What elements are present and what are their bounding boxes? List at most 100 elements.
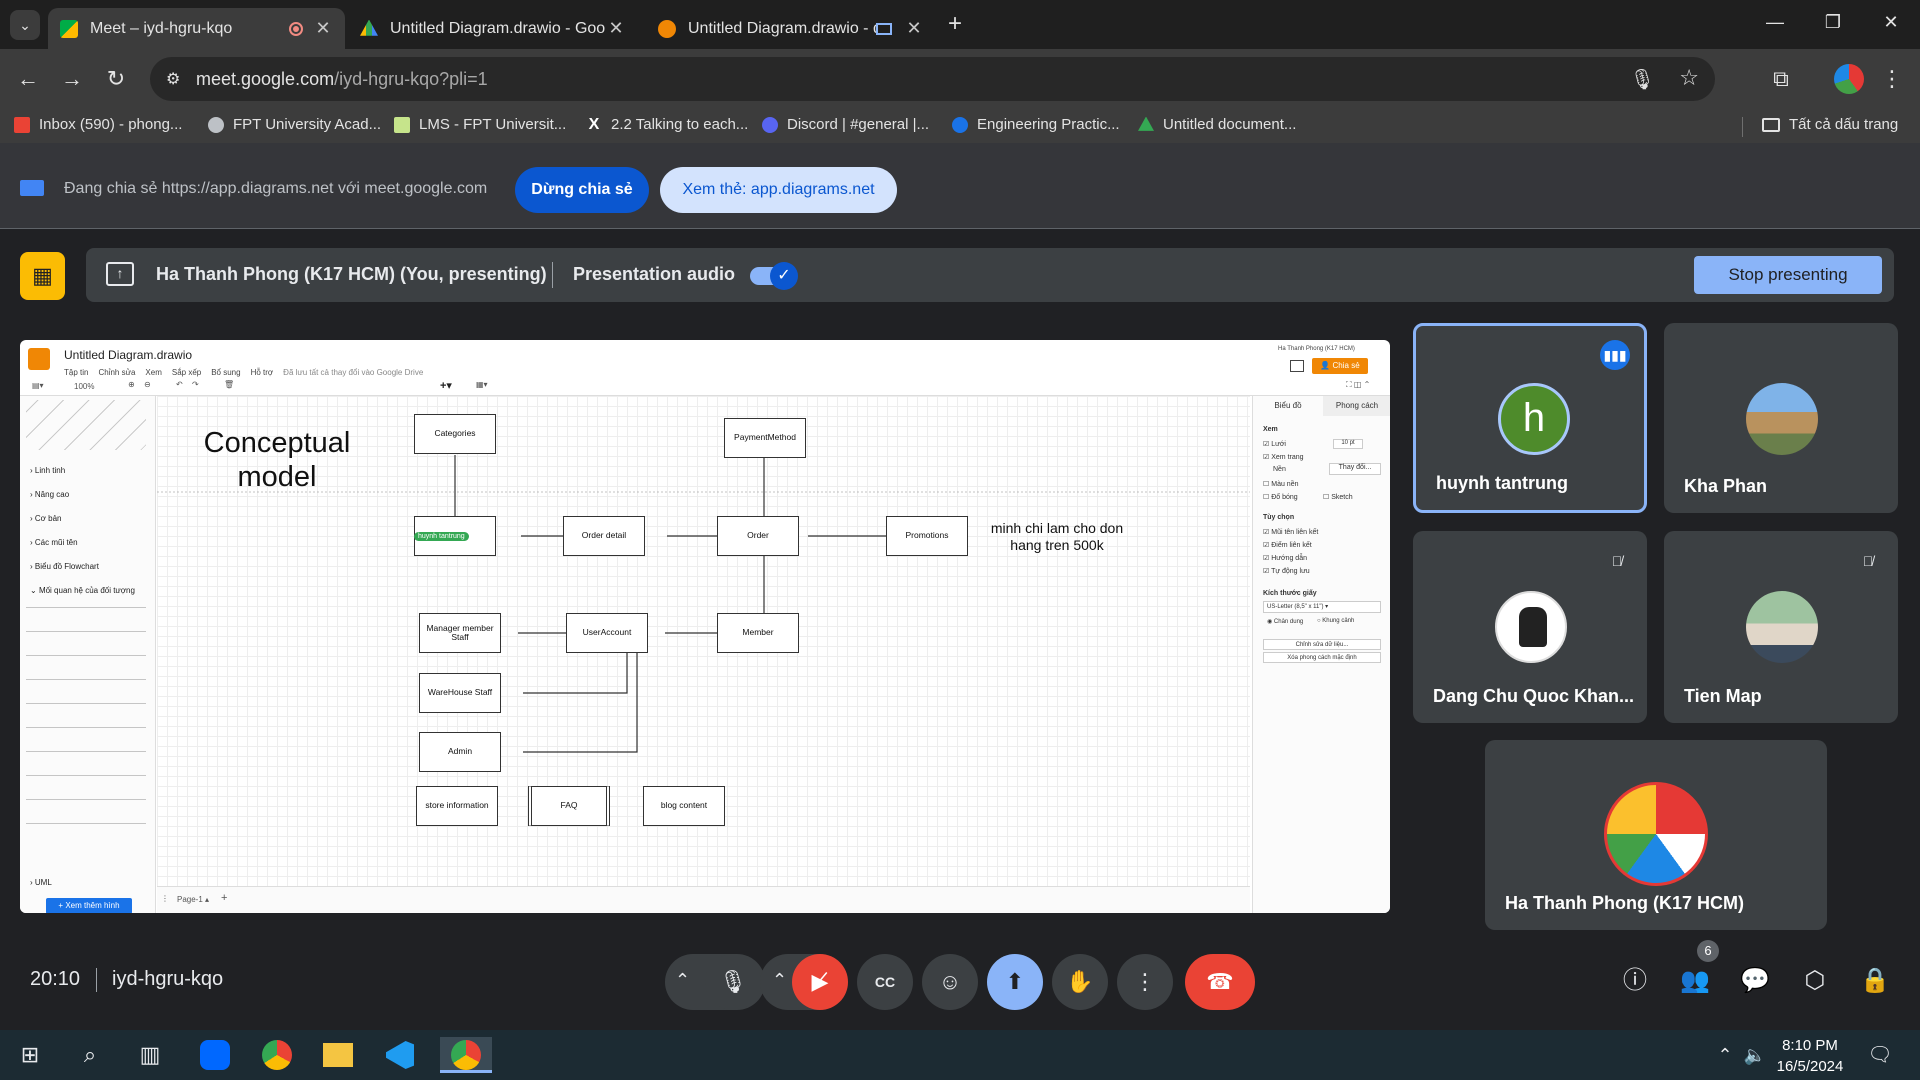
- menu-view[interactable]: Xem: [145, 368, 161, 377]
- zoom-out-icon[interactable]: ⊖: [144, 380, 151, 389]
- stop-sharing-button[interactable]: Dừng chia sẻ: [515, 167, 649, 213]
- format-tab-diagram[interactable]: Biểu đồ: [1253, 396, 1323, 416]
- all-bookmarks[interactable]: Tất cả dấu trang: [1762, 116, 1898, 133]
- file-explorer-icon[interactable]: [318, 1037, 358, 1073]
- bookmark-item[interactable]: Untitled document...: [1138, 116, 1296, 133]
- audio-options-chevron-icon[interactable]: ⌃: [675, 970, 690, 991]
- delete-icon[interactable]: 🗑: [224, 380, 234, 389]
- table-icon[interactable]: ▦▾: [476, 380, 488, 389]
- diagram-canvas[interactable]: Conceptual model minh chi lam cho don ha…: [157, 396, 1250, 886]
- insert-icon[interactable]: +▾: [440, 379, 452, 392]
- participant-tile-self[interactable]: Ha Thanh Phong (K17 HCM): [1485, 740, 1827, 930]
- page-tab[interactable]: Page-1 ▴: [177, 895, 209, 904]
- entity-user-account[interactable]: UserAccount: [566, 613, 648, 653]
- menu-extras[interactable]: Bổ sung: [211, 368, 240, 377]
- more-shapes-button[interactable]: + Xem thêm hình: [46, 898, 132, 913]
- close-tab-icon[interactable]: ✕: [313, 18, 333, 39]
- task-view-icon[interactable]: ▥: [130, 1037, 170, 1073]
- palette-er-shapes[interactable]: [26, 604, 146, 834]
- reload-icon[interactable]: ↻: [100, 63, 132, 95]
- extensions-icon[interactable]: ⧉: [1765, 63, 1797, 95]
- entity-order-detail[interactable]: Order detail: [563, 516, 645, 556]
- tab-meet[interactable]: Meet – iyd-hgru-kqo ✕: [48, 8, 345, 49]
- people-icon[interactable]: 👥: [1677, 963, 1713, 999]
- stop-presenting-button[interactable]: Stop presenting: [1694, 256, 1882, 294]
- option-connection-arrows[interactable]: ☑ Mũi tên liên kết: [1263, 528, 1318, 536]
- orientation-portrait[interactable]: ◉ Chân dung: [1267, 618, 1303, 625]
- option-connection-points[interactable]: ☑ Điểm liên kết: [1263, 541, 1312, 549]
- entity-promotions[interactable]: Promotions: [886, 516, 968, 556]
- bookmark-item[interactable]: Discord | #general |...: [762, 116, 929, 133]
- palette-section-advanced[interactable]: › Nâng cao: [30, 490, 69, 499]
- windows-start-icon[interactable]: ⊞: [10, 1037, 50, 1073]
- participant-tile[interactable]: Kha Phan: [1664, 323, 1898, 513]
- option-grid[interactable]: ☑ Lưới: [1263, 440, 1286, 448]
- participant-tile[interactable]: 🎙̸ Tien Map: [1664, 531, 1898, 723]
- fullscreen-icon[interactable]: ⛶ ◫ ⌃: [1346, 380, 1370, 390]
- volume-icon[interactable]: 🔈: [1735, 1037, 1775, 1073]
- menu-edit[interactable]: Chỉnh sửa: [98, 368, 135, 377]
- activities-icon[interactable]: ⬡: [1797, 963, 1833, 999]
- taskbar-search-icon[interactable]: ⌕: [70, 1037, 110, 1073]
- chat-icon[interactable]: 💬: [1737, 963, 1773, 999]
- presentation-audio-toggle[interactable]: ✓: [750, 262, 798, 290]
- present-screen-button[interactable]: ⬆: [987, 954, 1043, 1010]
- palette-section-arrows[interactable]: › Các mũi tên: [30, 538, 78, 547]
- option-autosave[interactable]: ☑ Tự động lưu: [1263, 567, 1310, 575]
- profile-avatar[interactable]: [1834, 64, 1864, 94]
- redo-icon[interactable]: ↷: [192, 380, 199, 389]
- menu-file[interactable]: Tập tin: [64, 368, 88, 377]
- reactions-button[interactable]: ☺: [922, 954, 978, 1010]
- entity-member[interactable]: Member: [717, 613, 799, 653]
- close-tab-icon[interactable]: ✕: [606, 18, 626, 39]
- site-info-icon[interactable]: ⚙: [166, 69, 180, 89]
- chrome-profile-app-icon[interactable]: [440, 1037, 492, 1073]
- minimize-icon[interactable]: —: [1760, 12, 1790, 33]
- menu-arrange[interactable]: Sắp xếp: [172, 368, 201, 377]
- tab-search-button[interactable]: ⌄: [10, 10, 40, 40]
- option-bg-color[interactable]: ☐ Màu nền: [1263, 480, 1298, 488]
- close-window-icon[interactable]: ✕: [1876, 12, 1906, 33]
- grid-size-input[interactable]: 10 pt: [1333, 439, 1363, 449]
- menu-help[interactable]: Hỗ trợ: [251, 368, 274, 377]
- entity-order[interactable]: Order: [717, 516, 799, 556]
- address-bar[interactable]: ⚙ meet.google.com/iyd-hgru-kqo?pli=1 🎙 ☆: [150, 57, 1715, 101]
- leave-call-button[interactable]: ☎: [1185, 954, 1255, 1010]
- participant-tile[interactable]: 🎙̸ Dang Chu Quoc Khan...: [1413, 531, 1647, 723]
- microphone-button[interactable]: 🎙: [705, 954, 761, 1010]
- tab-drive-diagram[interactable]: Untitled Diagram.drawio - Goo ✕: [348, 8, 638, 49]
- camera-off-button[interactable]: ▶̸: [792, 954, 848, 1010]
- restore-icon[interactable]: ❐: [1818, 12, 1848, 33]
- entity-store-information[interactable]: store information: [416, 786, 498, 826]
- comments-icon[interactable]: [1290, 360, 1304, 372]
- bookmark-item[interactable]: Engineering Practic...: [952, 116, 1120, 133]
- notifications-icon[interactable]: 🗨: [1860, 1037, 1900, 1073]
- vscode-app-icon[interactable]: [380, 1037, 420, 1073]
- entity-warehouse-staff[interactable]: WareHouse Staff: [419, 673, 501, 713]
- option-shadow[interactable]: ☐ Đổ bóng: [1263, 493, 1298, 501]
- back-icon[interactable]: ←: [12, 63, 44, 95]
- palette-section-flowchart[interactable]: › Biểu đồ Flowchart: [30, 562, 99, 571]
- entity-payment-method[interactable]: PaymentMethod: [724, 418, 806, 458]
- entity-blog-content[interactable]: blog content: [643, 786, 725, 826]
- bookmark-item[interactable]: X 2.2 Talking to each...: [586, 116, 749, 133]
- bookmark-star-icon[interactable]: ☆: [1679, 65, 1699, 91]
- change-background-button[interactable]: Thay đổi...: [1329, 463, 1381, 475]
- entity-admin[interactable]: Admin: [419, 732, 501, 772]
- entity-categories[interactable]: Categories: [414, 414, 496, 454]
- pages-menu-icon[interactable]: ⋮: [161, 894, 169, 903]
- palette-section-entity-relation[interactable]: ⌄ Mối quan hệ của đối tượng: [30, 586, 135, 595]
- participant-tile[interactable]: h ▮▮▮ huynh tantrung: [1413, 323, 1647, 513]
- palette-shapes-misc[interactable]: [26, 400, 146, 450]
- format-panel-icon[interactable]: ▤▾: [32, 381, 44, 390]
- option-background[interactable]: Nền: [1273, 466, 1286, 473]
- zalo-app-icon[interactable]: [195, 1037, 235, 1073]
- close-tab-icon[interactable]: ✕: [904, 18, 924, 39]
- video-options-chevron-icon[interactable]: ⌃: [772, 970, 787, 991]
- format-tab-style[interactable]: Phong cách: [1323, 396, 1390, 416]
- raise-hand-button[interactable]: ✋: [1052, 954, 1108, 1010]
- menu-kebab-icon[interactable]: ⋮: [1876, 63, 1908, 95]
- clear-default-style-button[interactable]: Xóa phong cách mặc định: [1263, 652, 1381, 663]
- palette-section-uml[interactable]: › UML: [30, 878, 52, 887]
- new-tab-button[interactable]: +: [948, 10, 962, 38]
